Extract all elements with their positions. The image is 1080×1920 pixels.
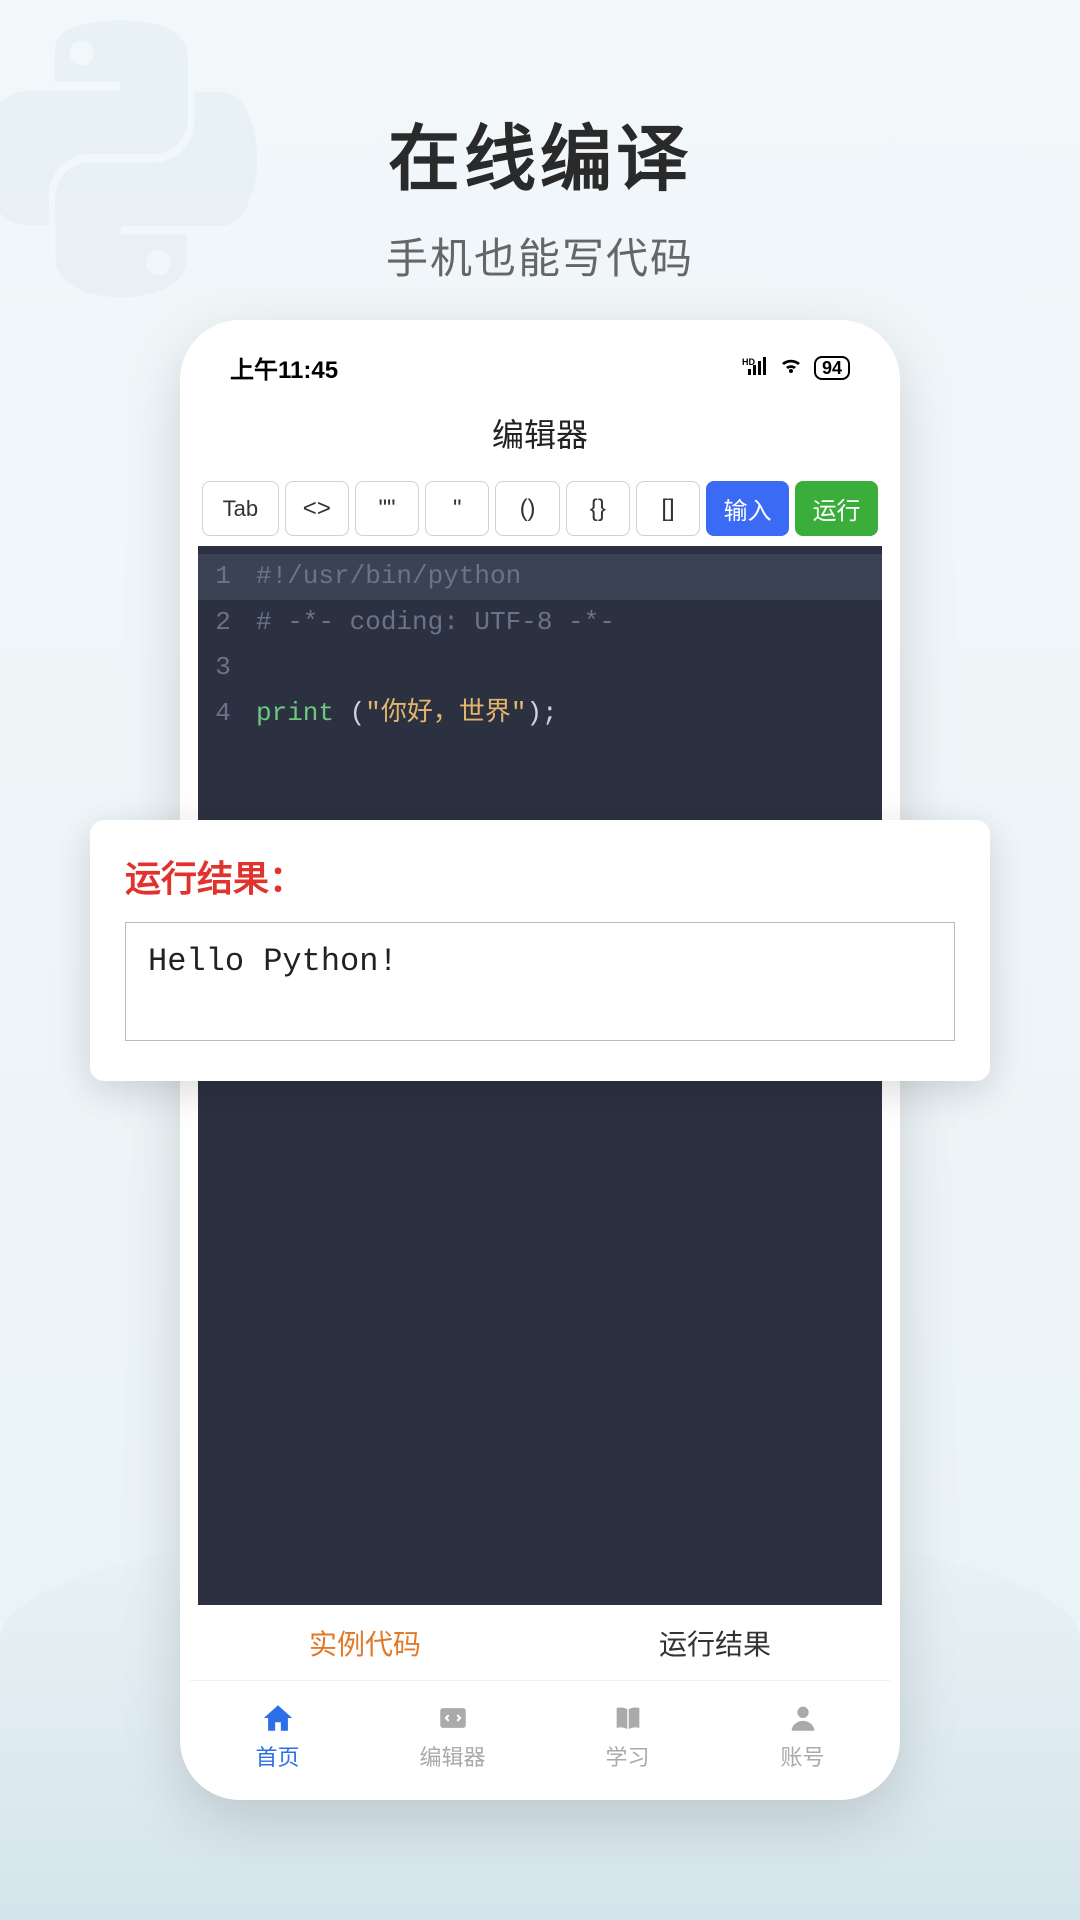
home-icon (260, 1700, 296, 1736)
tab-run-result[interactable]: 运行结果 (540, 1605, 890, 1680)
code-text: # -*- coding: UTF-8 -*- (248, 602, 882, 644)
result-output: Hello Python! (125, 922, 955, 1041)
code-icon (435, 1700, 471, 1736)
nav-study[interactable]: 学习 (540, 1681, 715, 1790)
tab-key-button[interactable]: Tab (202, 481, 279, 536)
nav-editor[interactable]: 编辑器 (365, 1681, 540, 1790)
bracket-button[interactable]: [] (636, 481, 700, 536)
signal-icon: HD (742, 354, 768, 382)
input-button[interactable]: 输入 (706, 481, 789, 536)
hero-section: 在线编译 手机也能写代码 (0, 0, 1080, 326)
status-time: 上午11:45 (230, 350, 338, 385)
battery-icon: 94 (814, 356, 850, 380)
nav-label: 学习 (605, 1740, 649, 1772)
bottom-nav: 首页 编辑器 学习 账号 (190, 1680, 890, 1790)
code-text (248, 647, 882, 689)
user-icon (785, 1700, 821, 1736)
nav-label: 编辑器 (419, 1740, 485, 1772)
book-icon (610, 1700, 646, 1736)
nav-label: 首页 (255, 1740, 299, 1772)
result-title: 运行结果： (125, 850, 955, 902)
run-button[interactable]: 运行 (795, 481, 878, 536)
code-text: print ("你好，世界"); (248, 693, 882, 735)
line-number: 3 (198, 647, 248, 689)
wifi-icon (778, 354, 804, 382)
nav-label: 账号 (780, 1740, 824, 1772)
brace-button[interactable]: {} (566, 481, 630, 536)
line-number: 2 (198, 602, 248, 644)
nav-home[interactable]: 首页 (190, 1681, 365, 1790)
hero-title: 在线编译 (0, 100, 1080, 205)
hero-subtitle: 手机也能写代码 (0, 225, 1080, 286)
paren-button[interactable]: () (495, 481, 559, 536)
tabs-bar: 实例代码 运行结果 (190, 1605, 890, 1680)
angle-bracket-button[interactable]: <> (285, 481, 349, 536)
nav-account[interactable]: 账号 (715, 1681, 890, 1790)
result-panel: 运行结果： Hello Python! (90, 820, 990, 1081)
double-quote-button[interactable]: "" (355, 481, 419, 536)
line-number: 1 (198, 556, 248, 598)
line-number: 4 (198, 693, 248, 735)
code-text: #!/usr/bin/python (248, 556, 882, 598)
app-header-title: 编辑器 (190, 395, 890, 481)
tab-example-code[interactable]: 实例代码 (190, 1605, 540, 1680)
editor-toolbar: Tab <> "" " () {} [] 输入 运行 (190, 481, 890, 536)
single-quote-button[interactable]: " (425, 481, 489, 536)
status-bar: 上午11:45 HD 94 (190, 330, 890, 395)
